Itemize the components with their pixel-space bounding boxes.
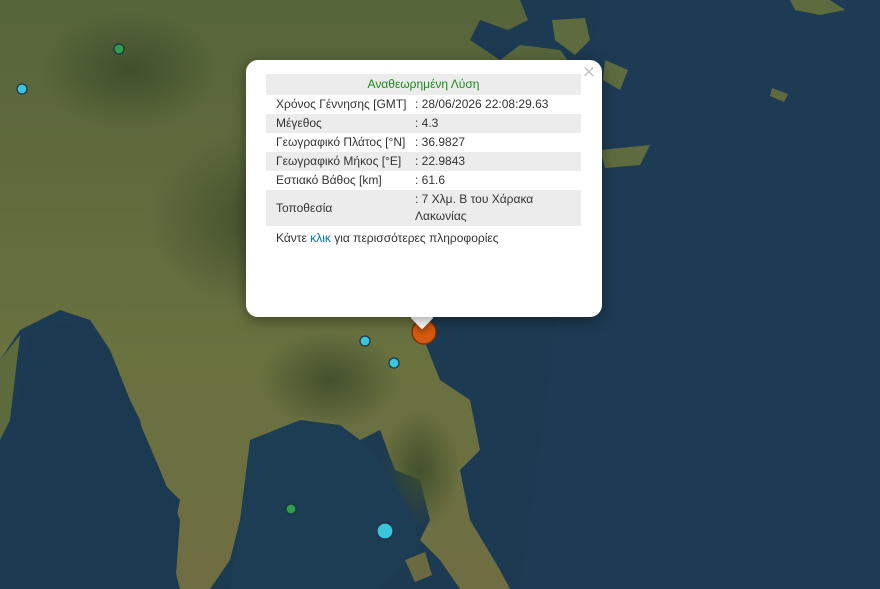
location-value: : 7 Χλμ. Β του Χάρακα Λακωνίας: [414, 190, 581, 226]
longitude-value: : 22.9843: [414, 152, 581, 171]
mountain-shade: [260, 330, 400, 430]
earthquake-marker[interactable]: [16, 83, 28, 95]
latitude-value: : 36.9827: [415, 135, 466, 149]
table-row: Μέγεθος : 4.3: [266, 114, 581, 133]
table-row: Γεωγραφικό Μήκος [°E] : 22.9843: [266, 152, 581, 171]
earthquake-marker[interactable]: [388, 357, 400, 369]
table-row: Τοποθεσία : 7 Χλμ. Β του Χάρακα Λακωνίας: [266, 190, 581, 226]
more-info-text: Κάντε κλικ για περισσότερες πληροφορίες: [266, 226, 581, 248]
location-label: Τοποθεσία: [266, 190, 414, 226]
origin-time-value: : 28/06/2026 22:08:29.63: [415, 97, 549, 111]
earthquake-marker[interactable]: [376, 522, 394, 540]
more-info-prefix: Κάντε: [276, 231, 311, 245]
more-info-link[interactable]: κλικ: [310, 231, 331, 245]
latitude-label: Γεωγραφικό Πλάτος [°N]: [276, 135, 406, 149]
magnitude-label: Μέγεθος: [266, 114, 414, 133]
mountain-shade: [40, 10, 220, 130]
table-row: Κάντε κλικ για περισσότερες πληροφορίες: [266, 226, 581, 248]
earthquake-popup: × Αναθεωρημένη Λύση Χρόνος Γέννησης [GMT…: [246, 60, 602, 317]
table-row: Αναθεωρημένη Λύση: [266, 74, 581, 95]
depth-value: : 61.6: [415, 173, 446, 187]
table-row: Εστιακό Βάθος [km] : 61.6: [266, 171, 581, 190]
earthquake-marker[interactable]: [359, 335, 371, 347]
depth-label: Εστιακό Βάθος [km]: [276, 173, 382, 187]
origin-time-label: Χρόνος Γέννησης [GMT]: [276, 97, 407, 111]
table-row: Γεωγραφικό Πλάτος [°N] : 36.9827: [266, 133, 581, 152]
magnitude-value: : 4.3: [414, 114, 581, 133]
earthquake-marker[interactable]: [285, 503, 297, 515]
close-icon[interactable]: ×: [582, 62, 596, 82]
longitude-label: Γεωγραφικό Μήκος [°E]: [266, 152, 414, 171]
earthquake-details-table: Αναθεωρημένη Λύση Χρόνος Γέννησης [GMT] …: [266, 74, 581, 248]
earthquake-marker[interactable]: [113, 43, 125, 55]
table-row: Χρόνος Γέννησης [GMT] : 28/06/2026 22:08…: [266, 95, 581, 114]
more-info-suffix: για περισσότερες πληροφορίες: [330, 231, 499, 245]
popup-title: Αναθεωρημένη Λύση: [266, 74, 581, 95]
